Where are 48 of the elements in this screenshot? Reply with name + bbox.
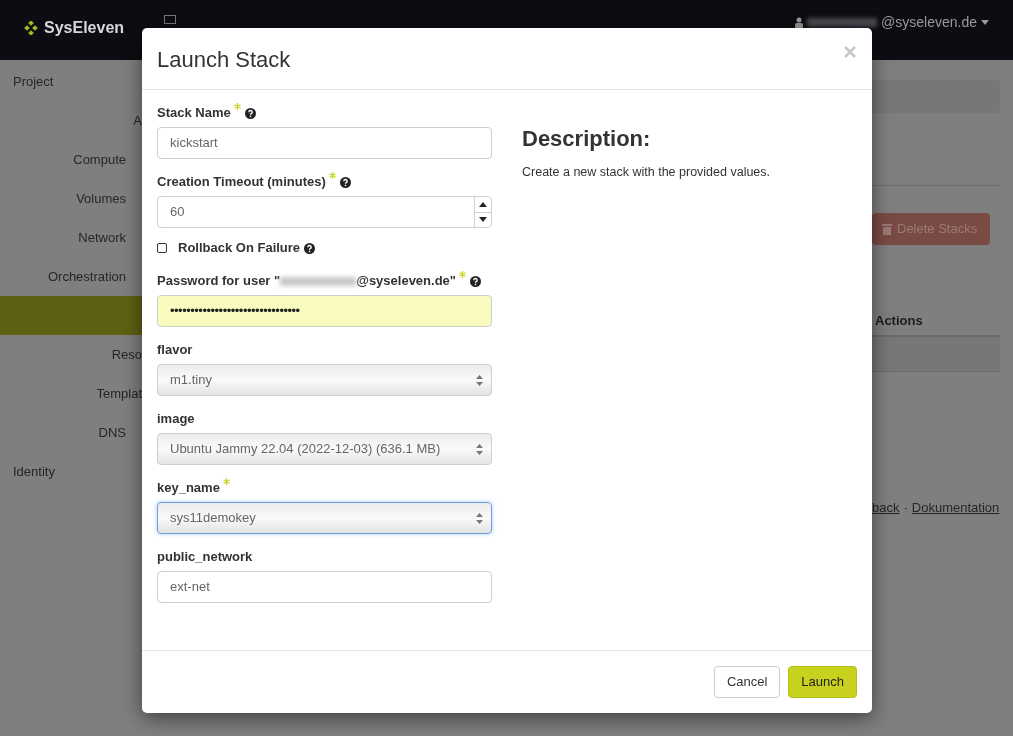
sidebar-item[interactable]: Volumes bbox=[76, 188, 126, 209]
checkbox-label: Rollback On Failure bbox=[178, 239, 301, 258]
sidebar-item[interactable]: Compute bbox=[73, 149, 126, 170]
table-header: Actions bbox=[875, 312, 923, 330]
logo-icon bbox=[24, 21, 38, 35]
down-arrow-icon bbox=[479, 217, 487, 223]
select-arrows-icon bbox=[476, 374, 483, 386]
cancel-button[interactable]: Cancel bbox=[713, 666, 781, 698]
input-field[interactable]: ext-net bbox=[157, 571, 492, 603]
field-label: Creation Timeout (minutes) bbox=[157, 173, 326, 192]
field-label: key_name bbox=[157, 479, 220, 498]
sidebar-item[interactable]: Reso bbox=[111, 344, 142, 365]
field-label: @syseleven.de" bbox=[356, 272, 456, 291]
field-label: public_network bbox=[157, 548, 253, 567]
user-menu[interactable]: @syseleven.de bbox=[881, 12, 977, 33]
sidebar-item[interactable]: DNS bbox=[98, 422, 126, 443]
folder-icon bbox=[164, 15, 177, 24]
input-field[interactable]: kickstart bbox=[157, 127, 492, 159]
password-field[interactable]: •••••••••••••••••••••••••••••••• bbox=[157, 295, 492, 327]
sidebar-item[interactable]: Project bbox=[13, 71, 54, 92]
field-label: image bbox=[157, 410, 195, 429]
select-field[interactable]: Ubuntu Jammy 22.04 (2022-12-03) (636.1 MB) bbox=[157, 433, 492, 465]
checkbox[interactable] bbox=[157, 243, 167, 253]
trash-icon bbox=[882, 223, 892, 235]
launch-button[interactable]: Launch bbox=[788, 666, 857, 698]
modal-title: Launch Stack bbox=[157, 46, 291, 74]
select-arrows-icon bbox=[476, 443, 483, 455]
description-text: Create a new stack with the provided values. bbox=[522, 164, 771, 181]
sidebar-item[interactable]: A bbox=[133, 110, 142, 131]
select-field[interactable]: sys11demokey bbox=[157, 502, 492, 534]
sidebar-item[interactable]: Orchestration bbox=[47, 266, 126, 287]
brand-name: SysEleven bbox=[44, 18, 125, 38]
footer-link[interactable]: Dokumentation bbox=[911, 498, 1000, 518]
field-label: Stack Name bbox=[157, 104, 231, 123]
field-label: flavor bbox=[157, 341, 193, 360]
footer-link[interactable]: back bbox=[872, 498, 900, 518]
user-icon bbox=[795, 16, 804, 29]
sidebar-item[interactable]: Identity bbox=[13, 461, 55, 482]
separator-text: · bbox=[903, 499, 908, 517]
caret-icon bbox=[981, 20, 989, 25]
sidebar-item[interactable]: Network bbox=[78, 227, 126, 248]
number-field[interactable]: 60 bbox=[157, 196, 492, 228]
description-heading: Description: bbox=[522, 125, 652, 153]
field-label: Password for user " bbox=[157, 272, 281, 291]
select-arrows-icon bbox=[476, 512, 483, 524]
sidebar-item[interactable]: Templat bbox=[96, 383, 142, 404]
up-arrow-icon bbox=[479, 201, 487, 207]
select-field[interactable]: m1.tiny bbox=[157, 364, 492, 396]
